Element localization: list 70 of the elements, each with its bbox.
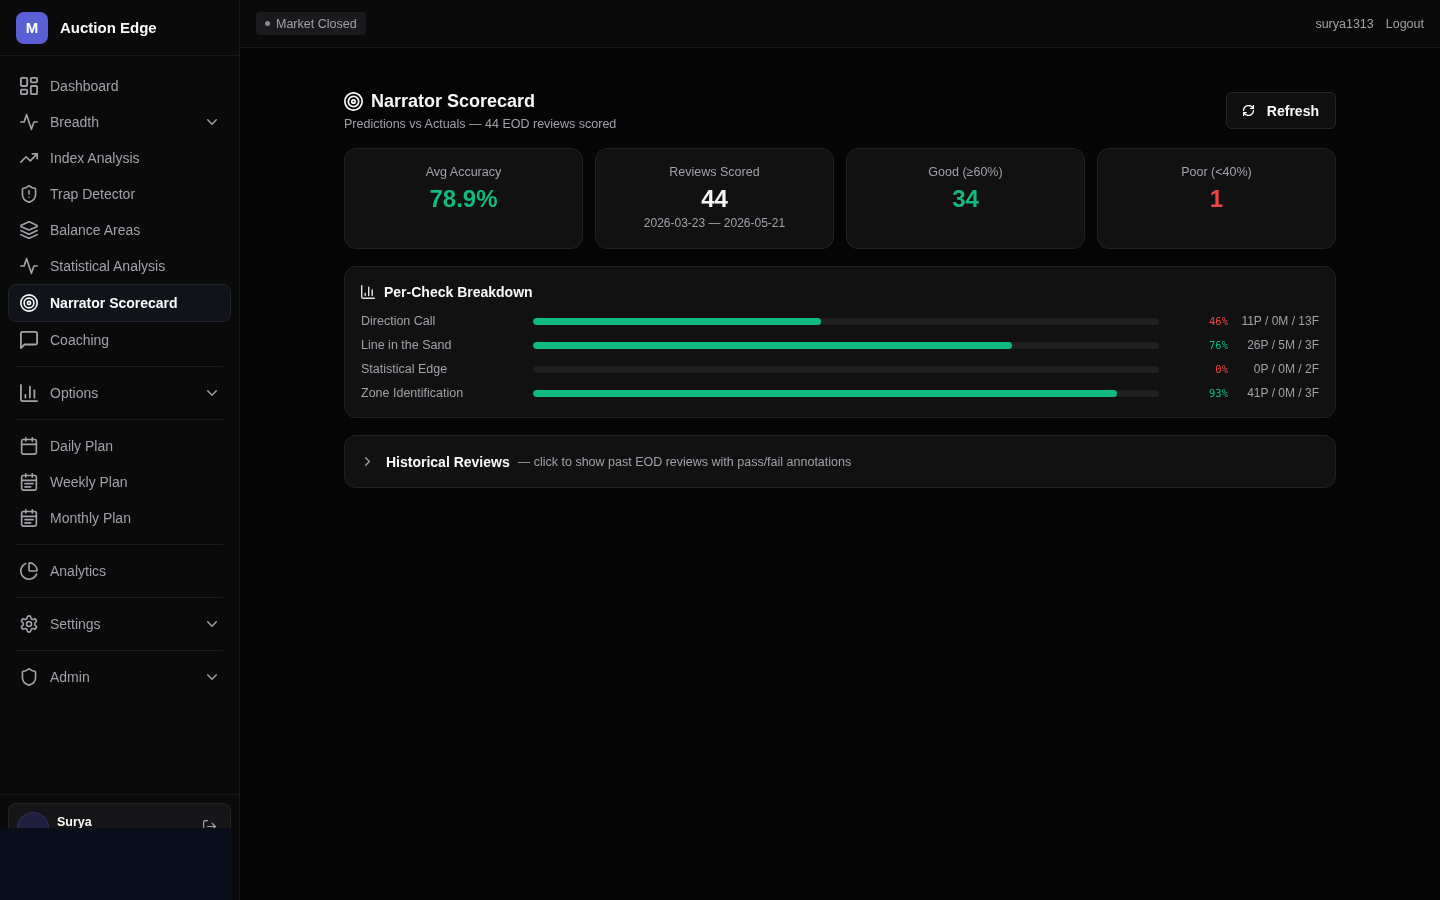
sidebar-item[interactable]: Analytics — [8, 553, 231, 589]
sidebar-item[interactable]: Weekly Plan — [8, 464, 231, 500]
stat-label: Avg Accuracy — [425, 165, 502, 180]
sidebar-item[interactable]: Balance Areas — [8, 212, 231, 248]
calendar-icon — [20, 473, 38, 491]
speech-bubble-icon — [20, 331, 38, 349]
percent-value: 46% — [1208, 315, 1228, 327]
panel-title: Per-Check Breakdown — [384, 284, 533, 300]
result-counts: 11P / 0M / 13F — [1240, 314, 1319, 328]
app-name: Auction Edge — [60, 19, 157, 36]
sidebar-item[interactable]: Monthly Plan — [8, 500, 231, 536]
calendar-icon — [20, 437, 38, 455]
target-icon — [344, 91, 363, 111]
sidebar-item[interactable]: Admin — [8, 659, 231, 695]
percent-value: 76% — [1208, 339, 1228, 351]
date-range: 2026-03-23 — 2026-05-21 — [643, 216, 786, 230]
sidebar-item[interactable]: Breadth — [8, 104, 231, 140]
status-text: Market Closed — [276, 16, 357, 31]
stat-label: Poor (<40%) — [1181, 165, 1252, 180]
panel-title: Historical Reviews — [386, 453, 510, 470]
calendar-icon — [20, 509, 38, 527]
layers-icon — [20, 221, 38, 239]
shield-alert-icon — [20, 185, 38, 203]
logout-link[interactable]: Logout — [1385, 16, 1424, 31]
sidebar-item[interactable]: Index Analysis — [8, 140, 231, 176]
chevron-right-icon[interactable] — [365, 457, 370, 466]
stat-label: Good (≥60%) — [928, 165, 1003, 180]
user-name: Surya — [57, 815, 92, 829]
target-icon — [20, 294, 38, 312]
pie-chart-icon — [20, 562, 38, 580]
refresh-button[interactable]: Refresh — [1225, 92, 1336, 129]
pulse-icon — [20, 257, 38, 275]
page-subtitle: Predictions vs Actuals — 44 EOD reviews scored — [344, 117, 617, 131]
status-dot-icon — [265, 21, 270, 26]
sidebar-item[interactable]: Settings — [8, 606, 231, 642]
refresh-icon — [1242, 105, 1254, 116]
sidebar-item[interactable]: Trap Detector — [8, 176, 231, 212]
result-counts: 41P / 0M / 3F — [1246, 386, 1319, 400]
dashboard-grid-icon — [20, 77, 38, 95]
bar-chart-icon — [20, 384, 38, 402]
sidebar-item[interactable]: Daily Plan — [8, 428, 231, 464]
check-name: Statistical Edge — [361, 362, 449, 376]
panel-hint: — click to show past EOD reviews with pass/fail annotations — [517, 454, 852, 469]
percent-value: 93% — [1208, 387, 1228, 399]
stat-value: 34 — [952, 185, 979, 213]
result-counts: 0P / 0M / 2F — [1252, 362, 1319, 376]
avatar-icon — [17, 812, 49, 828]
sidebar-item[interactable]: Dashboard — [8, 68, 231, 104]
sidebar-item[interactable]: Coaching — [8, 322, 231, 358]
page-title: Narrator Scorecard — [371, 90, 536, 112]
bar-chart-icon — [361, 285, 375, 299]
result-counts: 26P / 5M / 3F — [1246, 338, 1319, 352]
stat-label: Reviews Scored — [669, 165, 760, 180]
shield-icon — [20, 668, 38, 686]
check-name: Zone Identification — [361, 386, 465, 400]
check-name: Direction Call — [361, 314, 437, 328]
logout-icon[interactable] — [203, 820, 216, 828]
check-name: Line in the Sand — [361, 338, 453, 352]
percent-value: 0% — [1214, 363, 1228, 375]
sidebar-item[interactable]: Statistical Analysis — [8, 248, 231, 284]
collapsible-panel[interactable]: Historical Reviews — click to show past EOD reviews with pass/fail annotations — [344, 435, 1336, 488]
settings-icon — [20, 615, 38, 633]
pulse-icon — [20, 113, 38, 131]
stat-value: 1 — [1209, 185, 1224, 213]
logo-tile: M — [16, 11, 48, 44]
username: surya1313 — [1315, 16, 1374, 31]
sidebar-item[interactable]: Narrator Scorecard — [8, 284, 231, 322]
sidebar-item[interactable]: Options — [8, 375, 231, 411]
stat-value: 44 — [701, 185, 728, 213]
stat-value: 78.9% — [429, 185, 498, 213]
